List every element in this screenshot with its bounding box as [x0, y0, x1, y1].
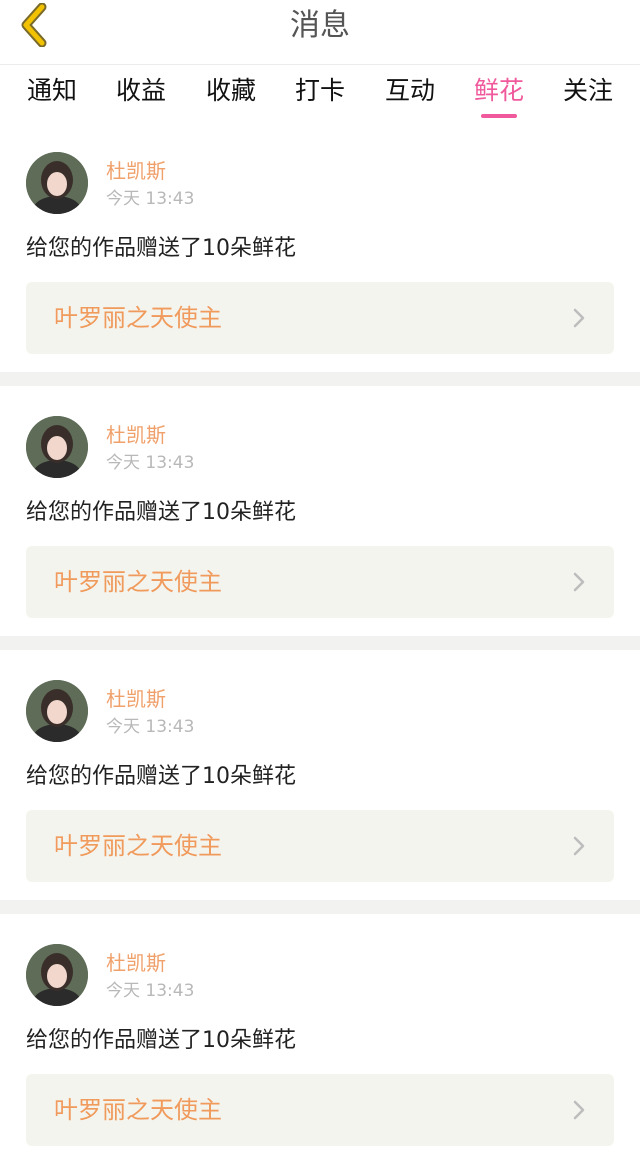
notification-card: 杜凯斯 今天 13:43 给您的作品赠送了10朵鲜花 叶罗丽之天使主 [0, 386, 640, 636]
work-link[interactable]: 叶罗丽之天使主 [26, 546, 614, 618]
work-title: 叶罗丽之天使主 [54, 568, 222, 596]
timestamp: 今天 13:43 [106, 981, 195, 1001]
tab-interaction[interactable]: 互动 [380, 73, 440, 109]
username[interactable]: 杜凯斯 [106, 157, 166, 185]
username[interactable]: 杜凯斯 [106, 421, 166, 449]
tab-bar: 通知 收益 收藏 打卡 互动 鲜花 关注 [0, 64, 640, 122]
chevron-right-icon [573, 308, 585, 328]
avatar[interactable] [26, 152, 88, 214]
tab-favorites[interactable]: 收藏 [201, 73, 261, 109]
message-text: 给您的作品赠送了10朵鲜花 [26, 500, 296, 525]
tab-notice[interactable]: 通知 [22, 73, 82, 109]
tab-checkin[interactable]: 打卡 [290, 73, 350, 109]
notification-card: 杜凯斯 今天 13:43 给您的作品赠送了10朵鲜花 叶罗丽之天使主 [0, 650, 640, 900]
username[interactable]: 杜凯斯 [106, 949, 166, 977]
work-link[interactable]: 叶罗丽之天使主 [26, 282, 614, 354]
tab-flowers-label: 鲜花 [473, 76, 524, 105]
chevron-right-icon [573, 836, 585, 856]
message-text: 给您的作品赠送了10朵鲜花 [26, 764, 296, 789]
tab-flowers[interactable]: 鲜花 [469, 73, 529, 118]
separator [0, 636, 640, 650]
chevron-right-icon [573, 572, 585, 592]
notification-card: 杜凯斯 今天 13:43 给您的作品赠送了10朵鲜花 叶罗丽之天使主 [0, 122, 640, 372]
message-text: 给您的作品赠送了10朵鲜花 [26, 236, 296, 261]
page-title: 消息 [290, 8, 350, 43]
tab-earnings[interactable]: 收益 [111, 73, 171, 109]
username[interactable]: 杜凯斯 [106, 685, 166, 713]
work-link[interactable]: 叶罗丽之天使主 [26, 810, 614, 882]
message-text: 给您的作品赠送了10朵鲜花 [26, 1028, 296, 1053]
chevron-right-icon [573, 1100, 585, 1120]
timestamp: 今天 13:43 [106, 453, 195, 473]
work-link[interactable]: 叶罗丽之天使主 [26, 1074, 614, 1146]
avatar[interactable] [26, 416, 88, 478]
timestamp: 今天 13:43 [106, 189, 195, 209]
header: 消息 [0, 0, 640, 56]
separator [0, 900, 640, 914]
work-title: 叶罗丽之天使主 [54, 832, 222, 860]
active-tab-indicator [481, 114, 517, 118]
avatar[interactable] [26, 680, 88, 742]
notification-list: 杜凯斯 今天 13:43 给您的作品赠送了10朵鲜花 叶罗丽之天使主 杜凯斯 今… [0, 122, 640, 1164]
notification-card: 杜凯斯 今天 13:43 给您的作品赠送了10朵鲜花 叶罗丽之天使主 [0, 914, 640, 1164]
work-title: 叶罗丽之天使主 [54, 1096, 222, 1124]
separator [0, 372, 640, 386]
work-title: 叶罗丽之天使主 [54, 304, 222, 332]
tab-follow[interactable]: 关注 [558, 73, 618, 109]
timestamp: 今天 13:43 [106, 717, 195, 737]
avatar[interactable] [26, 944, 88, 1006]
